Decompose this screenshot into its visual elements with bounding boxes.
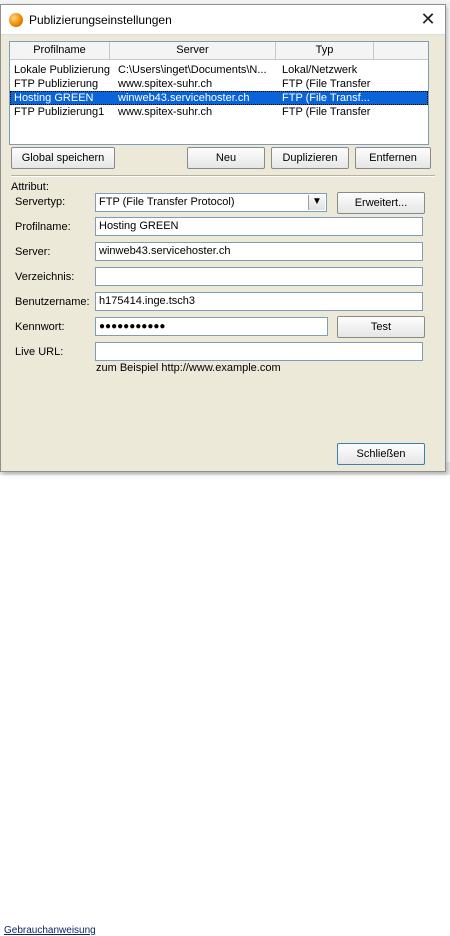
list-item[interactable]: FTP Publizierung www.spitex-suhr.ch FTP … [10,77,428,91]
live-url-label: Live URL: [15,346,64,358]
cell-type: FTP (File Transfer [282,78,371,90]
cell-profilename: Hosting GREEN [14,92,94,104]
server-type-select[interactable]: FTP (File Transfer Protocol) ▼ [95,193,327,212]
directory-label: Verzeichnis: [15,271,75,283]
cell-profilename: Lokale Publizierung [14,64,111,76]
password-label: Kennwort: [15,321,65,333]
attribute-section-label: Attribut: [11,181,49,193]
list-item[interactable]: Lokale Publizierung C:\Users\inget\Docum… [10,63,428,77]
publish-settings-dialog: Publizierungseinstellungen ✕ Profilname … [0,4,446,472]
username-label: Benutzername: [15,296,90,308]
username-field[interactable]: h175414.inge.tsch3 [95,292,423,311]
cell-type: Lokal/Netzwerk [282,64,358,76]
cell-server: www.spitex-suhr.ch [118,106,213,118]
column-header-profilename[interactable]: Profilname [10,42,110,60]
cell-type: FTP (File Transf... [282,92,370,104]
list-item[interactable]: FTP Publizierung1 www.spitex-suhr.ch FTP… [10,105,428,119]
server-type-value: FTP (File Transfer Protocol) [99,196,235,208]
list-header: Profilname Server Typ [10,42,428,60]
profile-name-field[interactable]: Hosting GREEN [95,217,423,236]
cell-server: C:\Users\inget\Documents\N... [118,64,267,76]
cell-server: www.spitex-suhr.ch [118,78,213,90]
live-url-field[interactable] [95,342,423,361]
close-button[interactable]: Schließen [337,443,425,465]
background-link[interactable]: Gebrauchanweisung [4,925,96,936]
advanced-button[interactable]: Erweitert... [337,192,425,214]
server-label: Server: [15,246,51,258]
profile-list[interactable]: Profilname Server Typ Lokale Publizierun… [9,41,429,145]
column-header-server[interactable]: Server [110,42,276,60]
duplicate-button[interactable]: Duplizieren [271,147,349,169]
directory-field[interactable] [95,267,423,286]
list-item-selected[interactable]: Hosting GREEN winweb43.servicehoster.ch … [10,91,428,105]
new-button[interactable]: Neu [187,147,265,169]
column-header-type[interactable]: Typ [276,42,374,60]
app-orange-ball-icon [9,13,23,27]
chevron-down-icon[interactable]: ▼ [308,195,325,210]
remove-button[interactable]: Entfernen [355,147,431,169]
cell-server: winweb43.servicehoster.ch [118,92,250,104]
cell-profilename: FTP Publizierung [14,78,99,90]
password-field[interactable]: ●●●●●●●●●●● [95,317,328,336]
server-field[interactable]: winweb43.servicehoster.ch [95,242,423,261]
global-save-button[interactable]: Global speichern [11,147,115,169]
example-url-hint: zum Beispiel http://www.example.com [96,362,281,374]
section-separator [11,175,435,177]
server-type-label: Servertyp: [15,196,66,208]
cell-profilename: FTP Publizierung1 [14,106,105,118]
close-icon[interactable]: ✕ [417,9,439,31]
profile-name-label: Profilname: [15,221,71,233]
test-button[interactable]: Test [337,316,425,338]
dialog-title: Publizierungseinstellungen [29,13,172,27]
cell-type: FTP (File Transfer [282,106,371,118]
title-bar[interactable]: Publizierungseinstellungen ✕ [1,5,445,35]
